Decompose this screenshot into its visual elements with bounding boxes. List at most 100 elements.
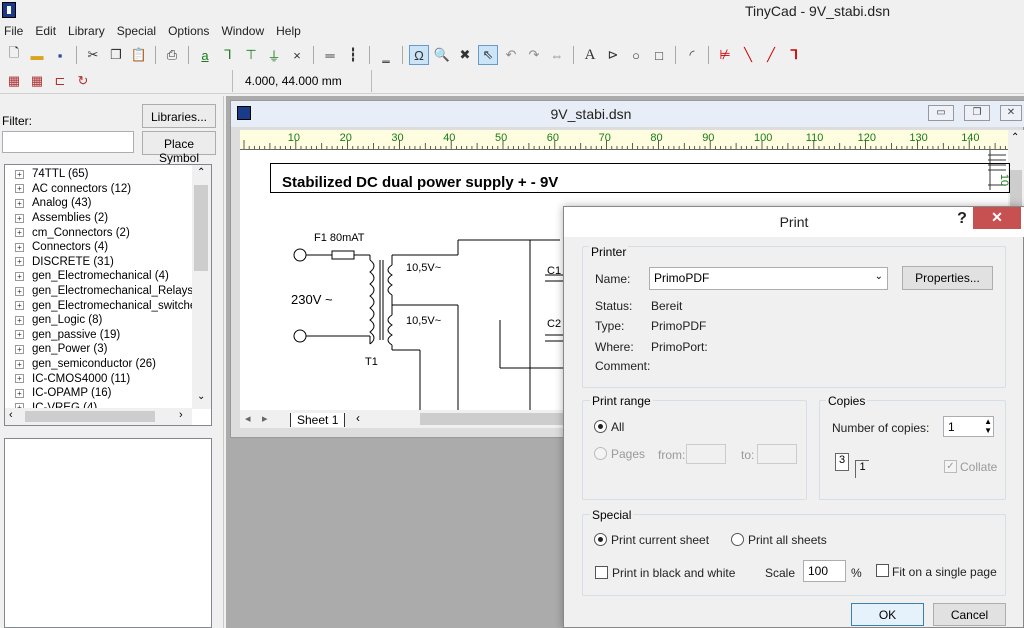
- from-input[interactable]: [686, 444, 726, 464]
- expand-icon[interactable]: +: [15, 359, 24, 369]
- wire-tool-icon[interactable]: ⅂: [218, 45, 238, 65]
- omega-symbol-icon[interactable]: Ω: [409, 45, 429, 65]
- place-symbol-button[interactable]: Place Symbol: [142, 131, 216, 165]
- diagonal-line-icon[interactable]: ╱: [761, 45, 781, 65]
- library-item[interactable]: + gen_Power (3): [5, 342, 211, 357]
- expand-icon[interactable]: +: [15, 169, 24, 179]
- scroll-thumb[interactable]: [25, 411, 155, 422]
- expand-icon[interactable]: +: [15, 213, 24, 223]
- expand-icon[interactable]: +: [15, 184, 24, 194]
- library-item[interactable]: + cm_Connectors (2): [5, 225, 211, 240]
- design-details-icon[interactable]: ▦: [4, 71, 24, 91]
- no-connect-icon[interactable]: ×: [287, 45, 307, 65]
- scroll-left-icon[interactable]: ‹: [9, 409, 13, 421]
- tab-prev-icon[interactable]: ◂: [245, 412, 251, 425]
- expand-icon[interactable]: +: [15, 242, 24, 252]
- maximize-button[interactable]: ❐: [964, 105, 990, 121]
- filter-input[interactable]: [2, 131, 134, 153]
- copy-icon[interactable]: ❐: [106, 45, 126, 65]
- scroll-right-icon[interactable]: ›: [179, 409, 183, 421]
- copies-spinner[interactable]: 1 ▲ ▼: [943, 416, 994, 437]
- tab-scroll-left-icon[interactable]: ‹: [356, 411, 360, 425]
- delete-icon[interactable]: ✖: [455, 45, 475, 65]
- library-item[interactable]: + gen_Logic (8): [5, 313, 211, 328]
- printer-select[interactable]: PrimoPDF ⌄: [649, 267, 888, 290]
- tab-next-icon[interactable]: ▸: [262, 412, 268, 425]
- chevron-down-icon[interactable]: ⌄: [875, 271, 883, 282]
- expand-icon[interactable]: +: [15, 198, 24, 208]
- rectangle-tool-icon[interactable]: □: [649, 45, 669, 65]
- circle-tool-icon[interactable]: ○: [626, 45, 646, 65]
- library-item[interactable]: + Assemblies (2): [5, 211, 211, 226]
- select-pointer-icon[interactable]: ⇖: [478, 45, 498, 65]
- all-radio[interactable]: [594, 420, 607, 433]
- library-item[interactable]: + Connectors (4): [5, 240, 211, 255]
- text-tool-icon[interactable]: A: [580, 45, 600, 65]
- new-file-icon[interactable]: 🗋: [4, 45, 24, 65]
- expand-icon[interactable]: +: [15, 344, 24, 354]
- pin-tool-icon[interactable]: ‗: [376, 45, 396, 65]
- library-item[interactable]: + gen_passive (19): [5, 328, 211, 343]
- spin-up-icon[interactable]: ▲: [984, 417, 992, 426]
- current-sheet-radio[interactable]: [594, 533, 607, 546]
- rotate-left-icon[interactable]: ↶: [501, 45, 521, 65]
- save-icon[interactable]: ▪: [50, 45, 70, 65]
- menu-library[interactable]: Library: [64, 22, 113, 41]
- mirror-icon[interactable]: ⇔: [547, 45, 567, 65]
- rotate-right-icon[interactable]: ↷: [524, 45, 544, 65]
- polygon-tool-icon[interactable]: ⊳: [603, 45, 623, 65]
- paste-icon[interactable]: 📋: [129, 45, 149, 65]
- bus-entry-icon[interactable]: ┇: [343, 45, 363, 65]
- scroll-down-icon[interactable]: ⌄: [197, 391, 205, 402]
- arc-tool-icon[interactable]: ◜: [682, 45, 702, 65]
- menu-special[interactable]: Special: [113, 22, 164, 41]
- bus-tool-icon[interactable]: ═: [320, 45, 340, 65]
- close-dialog-button[interactable]: ✕: [973, 207, 1021, 229]
- line-tool-icon[interactable]: ╲: [738, 45, 758, 65]
- properties-button[interactable]: Properties...: [902, 266, 993, 290]
- add-sheet-icon[interactable]: ⊏: [50, 71, 70, 91]
- pages-radio[interactable]: [594, 447, 607, 460]
- library-item[interactable]: + gen_Electromechanical_switches: [5, 298, 211, 313]
- menu-options[interactable]: Options: [164, 22, 217, 41]
- label-tool-icon[interactable]: a: [195, 45, 215, 65]
- menu-file[interactable]: File: [0, 22, 31, 41]
- scroll-thumb[interactable]: [194, 185, 208, 271]
- document-horizontal-scrollbar[interactable]: [420, 410, 570, 428]
- spin-down-icon[interactable]: ▼: [984, 426, 992, 435]
- ruler-tool-icon[interactable]: ⊭: [715, 45, 735, 65]
- scroll-up-icon[interactable]: ⌃: [1011, 132, 1019, 143]
- ok-button[interactable]: OK: [851, 603, 924, 626]
- expand-icon[interactable]: +: [15, 374, 24, 384]
- library-item[interactable]: + gen_semiconductor (26): [5, 357, 211, 372]
- print-icon[interactable]: ⎙: [162, 45, 182, 65]
- libraries-button[interactable]: Libraries...: [142, 104, 216, 128]
- expand-icon[interactable]: +: [15, 388, 24, 398]
- refresh-icon[interactable]: ↻: [73, 71, 93, 91]
- expand-icon[interactable]: +: [15, 330, 24, 340]
- library-item[interactable]: + IC-OPAMP (16): [5, 386, 211, 401]
- ground-tool-icon[interactable]: ⏚: [264, 45, 284, 65]
- menu-window[interactable]: Window: [217, 22, 272, 41]
- tree-horizontal-scrollbar[interactable]: ‹ ›: [5, 408, 192, 425]
- library-tree[interactable]: +74TTL (65) + AC connectors (12) + Analog …: [4, 164, 212, 426]
- collate-checkbox[interactable]: ✓: [944, 460, 957, 473]
- expand-icon[interactable]: +: [15, 228, 24, 238]
- open-folder-icon[interactable]: ▬: [27, 45, 47, 65]
- black-white-checkbox[interactable]: [595, 566, 608, 579]
- expand-icon[interactable]: +: [15, 315, 24, 325]
- to-input[interactable]: [757, 444, 797, 464]
- help-button[interactable]: ?: [952, 207, 972, 231]
- scroll-up-icon[interactable]: ⌃: [197, 167, 205, 178]
- all-sheets-radio[interactable]: [731, 533, 744, 546]
- power-tool-icon[interactable]: ⊤: [241, 45, 261, 65]
- expand-icon[interactable]: +: [15, 301, 24, 311]
- menu-help[interactable]: Help: [272, 22, 309, 41]
- close-doc-button[interactable]: ✕: [1000, 105, 1022, 121]
- library-item[interactable]: + gen_Electromechanical_Relays (: [5, 284, 211, 299]
- scale-input[interactable]: 100: [803, 560, 846, 582]
- library-item[interactable]: + Analog (43): [5, 196, 211, 211]
- fit-page-checkbox[interactable]: [876, 564, 889, 577]
- polyline-tool-icon[interactable]: ᒣ: [784, 45, 804, 65]
- expand-icon[interactable]: +: [15, 286, 24, 296]
